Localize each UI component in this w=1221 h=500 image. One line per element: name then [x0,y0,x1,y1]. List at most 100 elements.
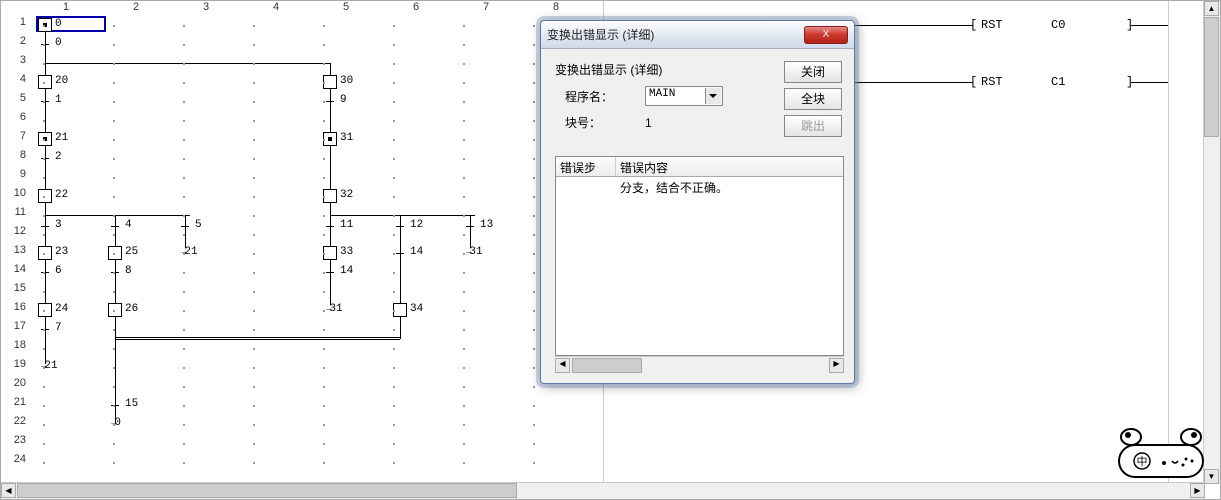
grid-dot [533,234,535,236]
grid-dot [323,215,325,217]
grid-dot [253,310,255,312]
grid-dot [533,44,535,46]
grid-dot [253,44,255,46]
grid-dot [463,44,465,46]
row-num: 18 [1,339,31,358]
grid-dot [43,82,45,84]
grid-dot [463,405,465,407]
grid-dot [533,443,535,445]
grid-dot [463,215,465,217]
sfc-step[interactable] [323,246,337,260]
grid-dot [183,329,185,331]
grid-dot [113,120,115,122]
grid-dot [393,139,395,141]
sfc-step[interactable] [38,18,52,32]
grid-dot [323,253,325,255]
grid-dot [323,462,325,464]
grid-dot [533,405,535,407]
scrollbar-vertical[interactable]: ▲ ▼ [1203,1,1220,484]
sfc-step[interactable] [38,246,52,260]
sfc-step[interactable] [38,75,52,89]
sfc-step[interactable] [108,246,122,260]
vline [45,215,46,248]
grid-dot [533,215,535,217]
all-blocks-button[interactable]: 全块 [784,88,842,110]
grid-dot [393,348,395,350]
grid-dot [323,82,325,84]
grid-dot [323,329,325,331]
sfc-step[interactable] [323,75,337,89]
step-label: 26 [125,303,138,315]
row-num: 11 [1,206,31,225]
grid-dot [113,348,115,350]
grid-dot [113,25,115,27]
row-num: 9 [1,168,31,187]
col-num: 5 [311,1,381,16]
grid-dot [253,367,255,369]
trans-label: 3 [55,219,62,231]
scroll-left-button[interactable]: ◀ [1,483,16,498]
grid-dot [43,443,45,445]
error-table[interactable]: 错误步 错误内容 分支，结合不正确。 [555,156,844,356]
sfc-step[interactable] [38,303,52,317]
row-num: 6 [1,111,31,130]
trans-label: 2 [55,151,62,163]
rst-wire [1131,25,1168,26]
scroll-thumb[interactable] [17,483,517,498]
grid-dot [463,386,465,388]
program-select[interactable]: MAIN [645,86,723,106]
grid-dot [533,82,535,84]
sfc-step[interactable] [323,132,337,146]
trans-label: 1 [55,94,62,106]
grid-dot [253,196,255,198]
grid-dot [183,177,185,179]
hline-double [115,337,400,340]
row-num: 8 [1,149,31,168]
grid-dot [253,120,255,122]
grid-dot [533,424,535,426]
grid-dot [183,272,185,274]
scroll-down-button[interactable]: ▼ [1204,469,1219,484]
hline [330,215,475,216]
jump-button[interactable]: 跳出 [784,115,842,137]
row-num: 20 [1,377,31,396]
grid-dot [253,272,255,274]
dialog-scrollbar[interactable]: ◀ ▶ [555,356,844,373]
grid-dot [533,120,535,122]
jump-label: 21 [181,246,198,258]
close-icon[interactable]: X [804,26,848,44]
vline [115,215,116,248]
jump-label: 21 [41,360,58,372]
step-label: 23 [55,246,68,258]
grid-dot [463,82,465,84]
trans-label: 4 [125,219,132,231]
sfc-step[interactable] [38,132,52,146]
scroll-thumb[interactable] [1204,17,1219,137]
err-content: 分支，结合不正确。 [616,177,843,198]
col-num: 3 [171,1,241,16]
sfc-step[interactable] [108,303,122,317]
close-button[interactable]: 关闭 [784,61,842,83]
table-row[interactable]: 分支，结合不正确。 [556,177,843,198]
sfc-step[interactable] [38,189,52,203]
scroll-right-button[interactable]: ▶ [1190,483,1205,498]
scroll-up-button[interactable]: ▲ [1204,1,1219,16]
grid-dot [393,386,395,388]
sfc-step[interactable] [323,189,337,203]
grid-dot [393,424,395,426]
hline [45,63,330,64]
scrollbar-horizontal[interactable]: ◀ ▶ [1,482,1205,499]
dialog-titlebar[interactable]: 变换出错显示 (详细) X [541,21,854,49]
sfc-step[interactable] [393,303,407,317]
grid-dot [113,253,115,255]
scroll-left-button[interactable]: ◀ [555,358,570,373]
row-num: 12 [1,225,31,244]
grid-dot [113,158,115,160]
scroll-thumb[interactable] [572,358,642,373]
trans-label: 7 [55,322,62,334]
scroll-right-button[interactable]: ▶ [829,358,844,373]
jump-label: 0 [111,417,121,429]
grid-dot [323,139,325,141]
grid-dot [43,139,45,141]
grid-dot [183,424,185,426]
